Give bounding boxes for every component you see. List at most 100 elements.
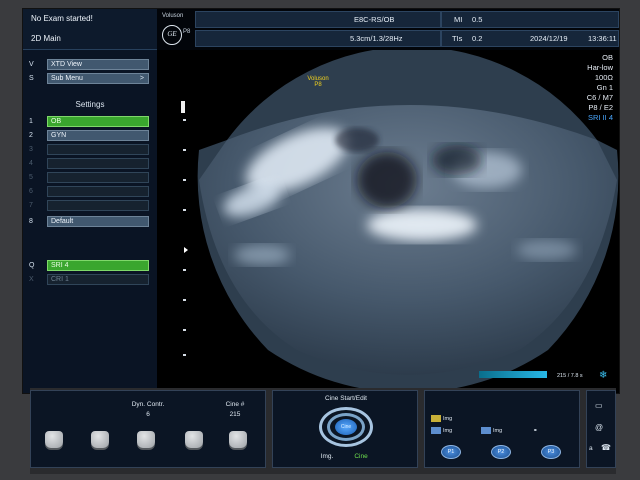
tis-value: 0.2 [472,34,483,43]
depth-tick [183,269,186,271]
preset-key: 7 [29,202,33,209]
probe-bar: E8C-RS/OB [195,11,441,28]
img-slot-label: Img [493,428,503,434]
ge-logo: Voluson GE P8 [159,11,195,47]
cine-knob[interactable] [229,431,247,448]
preset-gyn-button[interactable]: GYN [47,130,149,141]
preset-empty-button[interactable] [47,186,149,197]
p3-button[interactable]: P3 [541,445,561,459]
date: 2024/12/19 [530,34,568,43]
param-power: 100Ω [594,73,613,82]
depth-tick [183,354,186,356]
phone-icon[interactable]: ☎ [601,443,611,452]
mode-label: 2D Main [31,34,61,43]
dyn-contr-value: 6 [146,411,150,418]
probe-name: E8C-RS/OB [354,15,395,24]
xtd-view-button[interactable]: XTD View [47,59,149,70]
param-harmonic: Har-low [587,63,613,72]
preset-row[interactable]: 4 [27,158,155,170]
dyn-contr-label: Dyn. Contr. [131,401,165,408]
focus-marker-icon[interactable] [184,247,188,253]
menu-row-submenu[interactable]: S Sub Menu > [27,73,155,85]
sub-menu-label: Sub Menu [51,75,83,82]
preset-default-button[interactable]: Default [47,216,149,227]
at-icon[interactable]: @ [595,423,603,432]
preset-key: 1 [29,118,33,125]
link-slot[interactable]: ⚭ [533,427,538,436]
cine-dial[interactable]: Cine [319,407,373,447]
preset-row[interactable]: 7 [27,200,155,212]
tis-label: TIs [452,34,463,43]
image-overlay-brand: Voluson P8 [303,76,333,88]
param-cm: C6 / M7 [586,93,613,102]
mi-value: 0.5 [472,15,483,24]
ultrasound-screen: No Exam started! 2D Main Voluson GE P8 E… [22,8,620,394]
sri-key: Q [29,262,35,269]
depth-tick [183,119,186,121]
time: 13:36:11 [588,34,617,43]
preset-empty-button[interactable] [47,144,149,155]
img-slot-1[interactable]: Img [431,415,452,424]
dyn-contr-knob[interactable] [137,431,155,448]
preset-row[interactable]: 6 [27,186,155,198]
cri-row[interactable]: X CRI 1 [27,274,155,286]
snowflake-icon[interactable]: ❄ [599,370,607,381]
mi-label: MI [454,15,463,24]
cine-counter: 215 / 7.8 s [557,373,583,379]
sub-menu-button[interactable]: Sub Menu > [47,73,149,84]
touch-console: Dyn. Contr. 6 Cine # 215 Cine Start/Edit… [30,388,616,474]
img-slot-label: Img [443,428,453,434]
exam-status: No Exam started! [31,14,93,23]
param-pe: P8 / E2 [588,103,613,112]
preset-empty-button[interactable] [47,158,149,169]
settings-title: Settings [75,100,105,109]
cri-button[interactable]: CRI 1 [47,274,149,285]
img-slot-3[interactable]: Img [481,427,502,436]
cine-number-label: Cine # [225,401,245,408]
preset-row[interactable]: 2 GYN [27,130,155,142]
menu-key: S [29,75,34,82]
ge-logo-icon: GE [162,25,182,45]
image-icon [481,427,491,435]
img-mode-label[interactable]: Img. [315,453,339,460]
image-icon [431,415,441,423]
mi-bar: MI 0.5 [441,11,619,28]
dial-center-button[interactable]: Cine [335,419,357,435]
img-slot-2[interactable]: Img [431,427,452,436]
monitor-icon[interactable]: ▭ [595,401,603,410]
p2-button[interactable]: P2 [491,445,511,459]
cine-mode-label[interactable]: Cine [349,453,373,460]
sri-row[interactable]: Q SRI 4 [27,260,155,272]
img-slot-label: Img [443,416,453,422]
print-panel: Img Img Img ⚭ P1 P2 P3 [424,390,580,468]
ultrasound-image-area[interactable]: Voluson P8 OB Har-low 100Ω Gn 1 C6 / M7 … [157,46,619,393]
preset-key: 4 [29,160,33,167]
preset-row[interactable]: 3 [27,144,155,156]
preset-ob-button[interactable]: OB [47,116,149,127]
preset-key: 2 [29,132,33,139]
left-menu-panel: V XTD View S Sub Menu > Settings 1 OB 2 G… [23,50,157,393]
overlay-probe-label: P8 [314,82,322,88]
preset-empty-button[interactable] [47,172,149,183]
brand-label: Voluson [162,13,184,19]
side-label-a: a [589,445,593,452]
depth-tick [183,149,186,151]
image-icon [431,427,441,435]
preset-row[interactable]: 1 OB [27,116,155,128]
cine-number-value: 215 [229,411,241,418]
knob-1[interactable] [45,431,63,448]
preset-row[interactable]: 8 Default [27,216,155,228]
param-sri: SRI II 4 [587,113,613,122]
depth-info: 5.3cm/1.3/28Hz [350,34,403,43]
depth-tick [183,299,186,301]
knob-2[interactable] [91,431,109,448]
chevron-right-icon: > [139,75,144,82]
preset-empty-button[interactable] [47,200,149,211]
menu-row-xtd[interactable]: V XTD View [27,59,155,71]
preset-row[interactable]: 5 [27,172,155,184]
p1-button[interactable]: P1 [441,445,461,459]
knob-4[interactable] [185,431,203,448]
system-panel: ▭ @ a ☎ [586,390,616,468]
sri-button[interactable]: SRI 4 [47,260,149,271]
tis-bar: TIs 0.2 2024/12/19 13:36:11 [441,30,619,47]
